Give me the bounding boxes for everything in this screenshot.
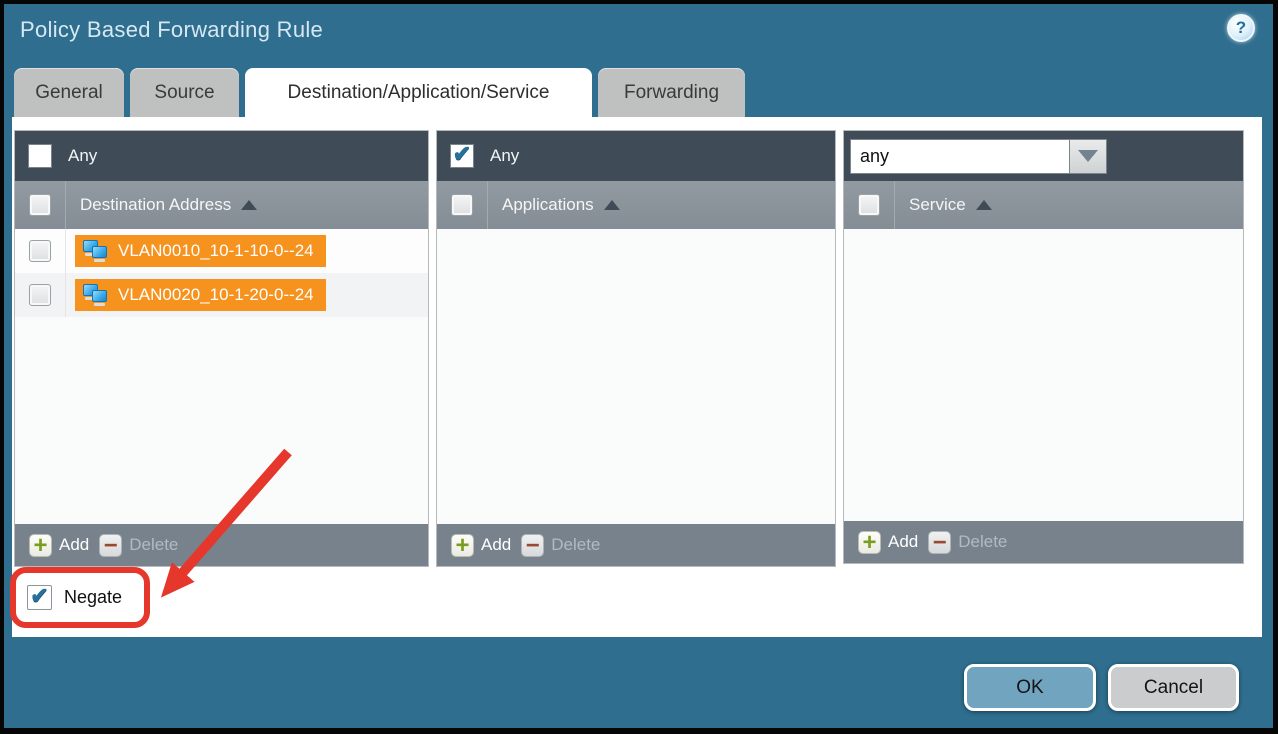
destination-add-button[interactable]: + Add xyxy=(29,534,89,557)
destination-any-header: Any xyxy=(15,131,428,181)
service-dropdown[interactable]: any xyxy=(850,139,1107,174)
address-object-label: VLAN0020_10-1-20-0--24 xyxy=(118,285,314,305)
destination-column-header-row: Destination Address xyxy=(15,181,428,229)
add-label: Add xyxy=(481,535,511,555)
destination-delete-button[interactable]: − Delete xyxy=(99,534,178,557)
service-selectall-cell xyxy=(844,181,895,229)
destination-rows: VLAN0010_10-1-10-0--24 VLAN0020_10-1-20-… xyxy=(15,229,428,524)
destination-selectall-checkbox[interactable] xyxy=(29,194,51,216)
applications-rows xyxy=(437,229,835,524)
chevron-down-icon xyxy=(1078,150,1098,162)
delete-label: Delete xyxy=(129,535,178,555)
sort-ascending-icon[interactable] xyxy=(604,200,620,210)
destination-address-panel: Any Destination Address VLAN0010_10-1-10… xyxy=(14,130,429,567)
table-row: VLAN0020_10-1-20-0--24 xyxy=(15,273,428,317)
address-object-vlan0010[interactable]: VLAN0010_10-1-10-0--24 xyxy=(75,235,326,267)
table-row: VLAN0010_10-1-10-0--24 xyxy=(15,229,428,273)
delete-icon: − xyxy=(99,534,122,557)
add-icon: + xyxy=(451,534,474,557)
address-object-vlan0020[interactable]: VLAN0020_10-1-20-0--24 xyxy=(75,279,326,311)
applications-column-header: Applications xyxy=(502,195,594,215)
negate-annotation-highlight: ✔ Negate xyxy=(10,567,150,628)
cancel-button[interactable]: Cancel xyxy=(1108,664,1239,711)
destination-column-header: Destination Address xyxy=(80,195,231,215)
destination-selectall-cell xyxy=(15,181,66,229)
service-column-header-row: Service xyxy=(844,181,1243,229)
negate-checkbox[interactable]: ✔ xyxy=(27,585,52,610)
applications-add-button[interactable]: + Add xyxy=(451,534,511,557)
applications-column-header-row: Applications xyxy=(437,181,835,229)
applications-delete-button[interactable]: − Delete xyxy=(521,534,600,557)
add-icon: + xyxy=(29,534,52,557)
ok-button[interactable]: OK xyxy=(964,664,1096,711)
destination-any-checkbox[interactable] xyxy=(28,144,52,168)
delete-icon: − xyxy=(928,531,951,554)
add-icon: + xyxy=(858,531,881,554)
address-object-label: VLAN0010_10-1-10-0--24 xyxy=(118,241,314,261)
service-delete-button[interactable]: − Delete xyxy=(928,531,1007,554)
service-rows xyxy=(844,229,1243,521)
service-footer: + Add − Delete xyxy=(844,521,1243,563)
row-checkbox[interactable] xyxy=(29,284,51,306)
service-dropdown-header: any xyxy=(844,131,1243,181)
service-selectall-checkbox[interactable] xyxy=(858,194,880,216)
service-dropdown-value[interactable]: any xyxy=(850,139,1070,174)
add-label: Add xyxy=(888,532,918,552)
applications-selectall-cell xyxy=(437,181,488,229)
applications-any-label: Any xyxy=(490,146,519,166)
applications-any-header: ✔ Any xyxy=(437,131,835,181)
destination-footer: + Add − Delete xyxy=(15,524,428,566)
tab-bar: General Source Destination/Application/S… xyxy=(14,68,745,118)
dropdown-button[interactable] xyxy=(1070,139,1107,174)
negate-label: Negate xyxy=(64,587,122,608)
delete-icon: − xyxy=(521,534,544,557)
sort-ascending-icon[interactable] xyxy=(241,200,257,210)
address-group-icon xyxy=(83,239,109,263)
service-column-header: Service xyxy=(909,195,966,215)
tab-forwarding[interactable]: Forwarding xyxy=(598,68,745,117)
tab-source[interactable]: Source xyxy=(130,68,239,117)
check-mark-icon: ✔ xyxy=(30,585,48,607)
screenshot-frame: Policy Based Forwarding Rule ? General S… xyxy=(0,0,1278,734)
destination-any-label: Any xyxy=(68,146,97,166)
applications-any-checkbox[interactable]: ✔ xyxy=(450,144,474,168)
service-add-button[interactable]: + Add xyxy=(858,531,918,554)
applications-selectall-checkbox[interactable] xyxy=(451,194,473,216)
row-checkbox-cell xyxy=(15,229,66,273)
add-label: Add xyxy=(59,535,89,555)
tab-destination-application-service[interactable]: Destination/Application/Service xyxy=(245,68,592,118)
row-checkbox[interactable] xyxy=(29,240,51,262)
applications-panel: ✔ Any Applications + Add − Delete xyxy=(436,130,836,567)
service-panel: any Service + Add − Delete xyxy=(843,130,1244,564)
tab-general[interactable]: General xyxy=(14,68,124,117)
check-mark-icon: ✔ xyxy=(453,143,471,165)
sort-ascending-icon[interactable] xyxy=(976,200,992,210)
row-checkbox-cell xyxy=(15,273,66,317)
help-icon[interactable]: ? xyxy=(1227,14,1255,42)
delete-label: Delete xyxy=(551,535,600,555)
address-group-icon xyxy=(83,283,109,307)
dialog-title: Policy Based Forwarding Rule xyxy=(20,17,323,43)
applications-footer: + Add − Delete xyxy=(437,524,835,566)
delete-label: Delete xyxy=(958,532,1007,552)
